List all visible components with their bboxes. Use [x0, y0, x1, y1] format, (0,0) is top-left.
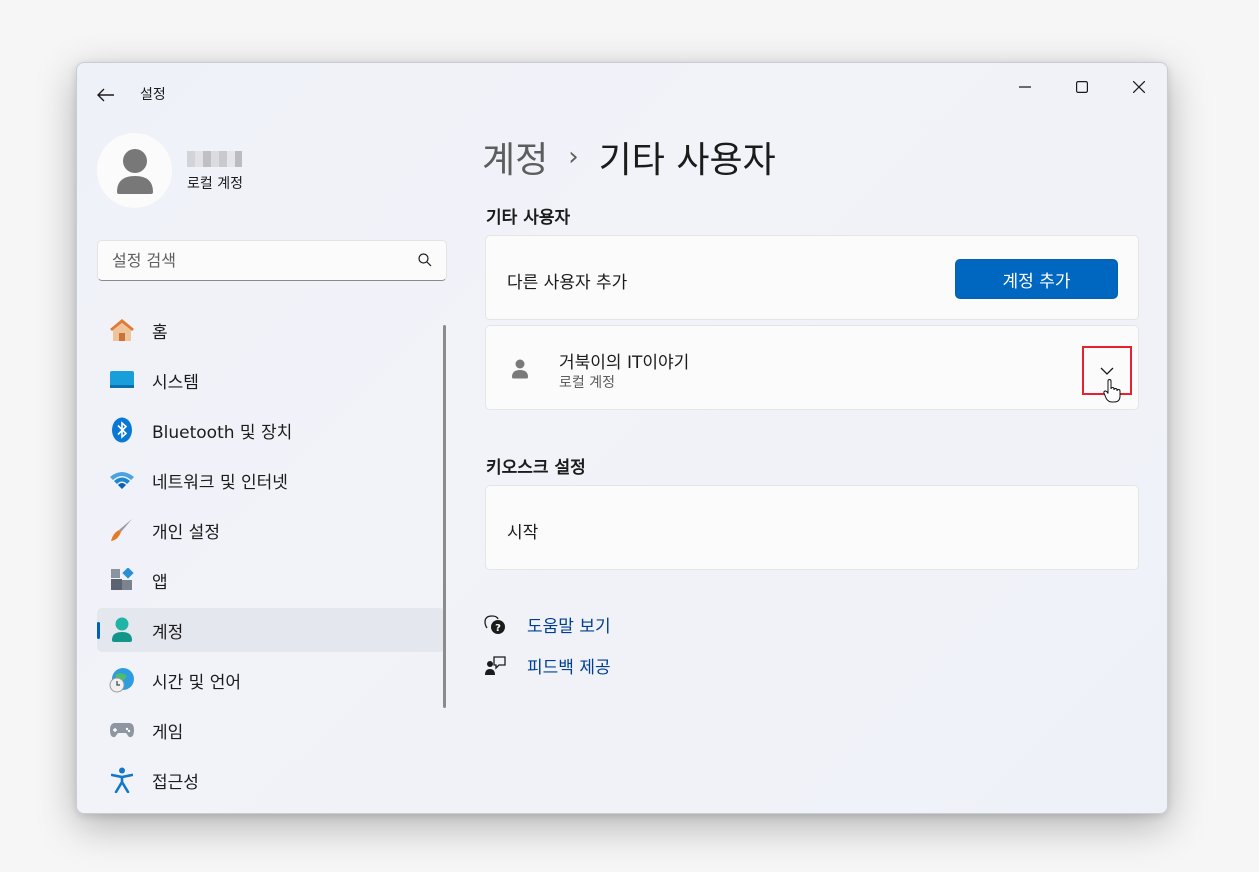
sidebar-item-apps[interactable]: 앱: [97, 558, 445, 602]
feedback-link-row: 피드백 제공: [483, 653, 611, 678]
hand-cursor-icon: [1103, 379, 1121, 403]
sidebar-item-accessibility[interactable]: 접근성: [97, 758, 445, 802]
gamepad-icon: [109, 717, 135, 743]
user-account-type: 로컬 계정: [559, 375, 615, 391]
sidebar-item-label: 시간 및 언어: [152, 672, 242, 693]
back-button[interactable]: [91, 80, 121, 110]
chevron-down-icon: [1100, 367, 1114, 375]
kiosk-card[interactable]: 시작: [485, 485, 1139, 570]
sidebar-item-bluetooth[interactable]: Bluetooth 및 장치: [97, 408, 445, 452]
user-card[interactable]: 거북이의 IT이야기 로컬 계정: [485, 325, 1139, 410]
sidebar-item-system[interactable]: 시스템: [97, 358, 445, 402]
sidebar-item-network[interactable]: 네트워크 및 인터넷: [97, 458, 445, 502]
user-name: 거북이의 IT이야기: [559, 353, 690, 373]
home-icon: [109, 317, 135, 343]
wifi-icon: [109, 467, 135, 493]
system-icon: [109, 367, 135, 393]
sidebar-item-label: Bluetooth 및 장치: [152, 422, 293, 443]
page-title: 기타 사용자: [598, 140, 776, 181]
bluetooth-icon: [109, 417, 135, 443]
sidebar-nav: 홈 시스템 Bluetooth 및 장치 네트워크 및 인터넷 개인 설정 앱 …: [97, 308, 445, 808]
minimize-button[interactable]: [1002, 69, 1048, 105]
maximize-button[interactable]: [1059, 69, 1105, 105]
settings-window: 설정 로컬 계정 홈 시스템: [76, 62, 1168, 814]
sidebar-item-gaming[interactable]: 게임: [97, 708, 445, 752]
sidebar-scrollbar[interactable]: [443, 325, 446, 708]
breadcrumb: 계정 › 기타 사용자: [482, 131, 776, 183]
profile-name-blurred: [187, 151, 242, 167]
time-language-icon: [109, 667, 135, 693]
svg-text:?: ?: [495, 623, 501, 634]
sidebar-item-label: 앱: [152, 572, 168, 593]
help-link[interactable]: 도움말 보기: [527, 612, 611, 637]
sidebar-item-time-language[interactable]: 시간 및 언어: [97, 658, 445, 702]
add-account-button[interactable]: 계정 추가: [955, 259, 1118, 299]
user-icon: [511, 359, 529, 383]
kiosk-start-label: 시작: [507, 523, 539, 543]
search-input[interactable]: [112, 251, 402, 270]
sidebar-item-home[interactable]: 홈: [97, 308, 445, 352]
breadcrumb-parent[interactable]: 계정: [482, 131, 548, 183]
sidebar-item-label: 게임: [152, 722, 184, 743]
sidebar-item-label: 홈: [152, 322, 168, 343]
feedback-link[interactable]: 피드백 제공: [527, 653, 611, 678]
close-icon: [1133, 81, 1145, 93]
account-icon: [109, 617, 135, 643]
search-box[interactable]: [97, 240, 447, 281]
sidebar-item-label: 개인 설정: [152, 522, 220, 543]
add-user-label: 다른 사용자 추가: [507, 273, 628, 293]
person-icon: [116, 148, 153, 194]
minimize-icon: [1019, 86, 1031, 88]
help-link-row: ? 도움말 보기: [483, 612, 611, 637]
maximize-icon: [1076, 81, 1088, 93]
app-title: 설정: [140, 87, 166, 103]
back-arrow-icon: [97, 88, 114, 102]
add-user-card: 다른 사용자 추가 계정 추가: [485, 235, 1139, 320]
feedback-icon: [483, 654, 507, 678]
breadcrumb-separator: ›: [568, 142, 579, 172]
search-icon: [418, 253, 432, 267]
apps-icon: [109, 567, 135, 593]
sidebar-item-label: 접근성: [152, 772, 199, 793]
sidebar-item-label: 계정: [152, 622, 184, 643]
avatar[interactable]: [97, 133, 172, 208]
profile-account-type: 로컬 계정: [187, 176, 243, 192]
section-title-other-users: 기타 사용자: [486, 208, 571, 228]
section-title-kiosk: 키오스크 설정: [486, 458, 586, 478]
sidebar-item-label: 시스템: [152, 372, 199, 393]
sidebar-item-accounts[interactable]: 계정: [97, 608, 445, 652]
close-button[interactable]: [1116, 69, 1162, 105]
paintbrush-icon: [109, 517, 135, 543]
sidebar-item-personalization[interactable]: 개인 설정: [97, 508, 445, 552]
accessibility-icon: [109, 767, 135, 793]
help-icon: ?: [483, 613, 507, 637]
sidebar-item-label: 네트워크 및 인터넷: [152, 472, 288, 493]
